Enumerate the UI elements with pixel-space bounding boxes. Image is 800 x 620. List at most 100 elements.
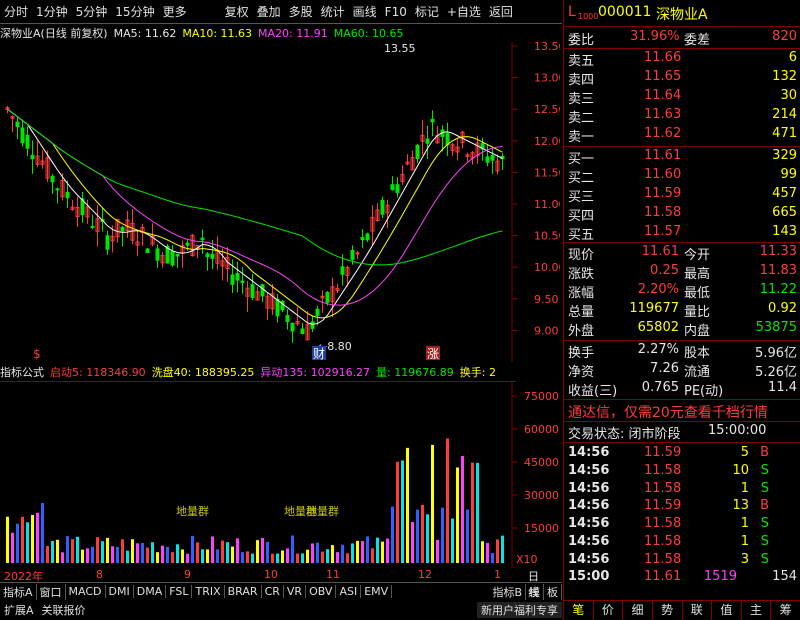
stat-value2: 11.4 bbox=[768, 380, 797, 395]
volume-bar bbox=[51, 540, 54, 563]
toolbar-item-3[interactable]: 15分钟 bbox=[111, 3, 158, 20]
candle bbox=[190, 233, 195, 257]
sell-price: 11.63 bbox=[644, 107, 682, 122]
volume-bar bbox=[21, 516, 24, 563]
volume-bar bbox=[16, 523, 19, 563]
indicator-tab-12[interactable]: EMV bbox=[361, 585, 393, 598]
toolbar-item-11[interactable]: 标记 bbox=[411, 3, 443, 20]
ma10-value: MA10: 11.63 bbox=[182, 26, 253, 40]
panel-tab-2[interactable]: 细 bbox=[623, 601, 653, 620]
indicator-tab-13[interactable]: 指标B bbox=[489, 583, 526, 600]
indicator-tab-9[interactable]: VR bbox=[284, 585, 307, 598]
ad-text[interactable]: 通达信，仅需20元查看千档行情 bbox=[568, 402, 768, 422]
last-num: 154 bbox=[772, 569, 797, 584]
indicator-tab-2[interactable]: MACD bbox=[66, 585, 106, 598]
time-label-5: 12 bbox=[418, 568, 432, 581]
toolbar-item-0[interactable]: 分时 bbox=[0, 3, 32, 20]
toolbar-item-8[interactable]: 统计 bbox=[317, 3, 349, 20]
buy-row: 买三 11.59 457 bbox=[564, 186, 800, 205]
volume-bar bbox=[466, 509, 469, 563]
related-quote[interactable]: 关联报价 bbox=[38, 602, 90, 618]
quote-label2: 最高 bbox=[684, 267, 711, 282]
panel-tab-7[interactable]: 筹 bbox=[771, 601, 800, 620]
promo-link[interactable]: 新用户福利专享 bbox=[477, 602, 562, 618]
tick-row: 14:56 11.59 5 B bbox=[564, 445, 800, 464]
volume-bar bbox=[391, 506, 394, 563]
volume-bar bbox=[436, 539, 439, 563]
quote-label2: 最低 bbox=[684, 286, 711, 301]
toolbar-item-7[interactable]: 多股 bbox=[285, 3, 317, 20]
tick-time: 14:56 bbox=[568, 516, 610, 532]
volume-bar bbox=[36, 512, 39, 563]
volume-bar bbox=[336, 552, 339, 563]
indicator-tab-7[interactable]: BRAR bbox=[225, 585, 262, 598]
toolbar-item-13[interactable]: 返回 bbox=[485, 3, 517, 20]
price-label: 13.50 bbox=[534, 42, 560, 53]
volume-chart[interactable]: 7500060000450003000015000X10地量群 地量群地量群 bbox=[0, 381, 560, 568]
tick-side: S bbox=[760, 462, 769, 478]
indicator-tab-1[interactable]: 窗口 bbox=[37, 583, 66, 600]
tick-price: 11.59 bbox=[644, 498, 682, 514]
last-time: 15:00 bbox=[568, 569, 610, 584]
quote-label2: 内盘 bbox=[684, 324, 711, 339]
stock-name: 深物业A bbox=[656, 7, 708, 23]
panel-tab-1[interactable]: 价 bbox=[594, 601, 624, 620]
buy-label: 买一 bbox=[568, 152, 595, 167]
panel-tab-5[interactable]: 值 bbox=[712, 601, 742, 620]
volume-bar bbox=[261, 537, 264, 563]
price-label: 9.00 bbox=[534, 324, 559, 337]
indicator-tab-6[interactable]: TRIX bbox=[192, 585, 225, 598]
volume-bar bbox=[366, 536, 369, 563]
price-label: 12.50 bbox=[534, 103, 560, 116]
tick-price: 11.58 bbox=[644, 516, 682, 532]
volume-bar bbox=[456, 467, 459, 563]
buy-price: 11.58 bbox=[644, 205, 682, 220]
indicator-tabs: 指标A 窗口 MACD DMI DMA FSL TRIX BRAR CR VR OBV ASI EMV 指… bbox=[0, 582, 562, 600]
buy-label: 买三 bbox=[568, 190, 595, 205]
volume-bar bbox=[256, 540, 259, 563]
panel-tab-6[interactable]: 主 bbox=[742, 601, 772, 620]
tick-time: 14:56 bbox=[568, 480, 610, 496]
indicator-label[interactable]: 指标公式 bbox=[0, 364, 44, 380]
panel-tab-0[interactable]: 笔 bbox=[564, 601, 594, 620]
sell-label: 卖三 bbox=[568, 92, 595, 107]
indicator-tab-5[interactable]: FSL bbox=[166, 585, 193, 598]
panel-tab-3[interactable]: 势 bbox=[653, 601, 683, 620]
toolbar-item-4[interactable]: 更多 bbox=[159, 3, 191, 20]
indicator-tab-15[interactable]: 板 bbox=[544, 583, 562, 600]
panel-tab-4[interactable]: 联 bbox=[683, 601, 713, 620]
ext-a[interactable]: 扩展A bbox=[0, 602, 38, 618]
buy-price: 11.61 bbox=[644, 148, 682, 163]
volume-bar bbox=[151, 542, 154, 563]
toolbar-item-5[interactable]: 复权 bbox=[221, 3, 253, 20]
volume-bar bbox=[346, 553, 349, 563]
volume-bar bbox=[236, 538, 239, 563]
toolbar-item-10[interactable]: F10 bbox=[381, 5, 411, 19]
toolbar-item-9[interactable]: 画线 bbox=[349, 3, 381, 20]
indicator-tab-10[interactable]: OBV bbox=[306, 585, 337, 598]
indicator-tab-14[interactable]: 模 bbox=[526, 583, 544, 600]
indicator-tab-11[interactable]: ASI bbox=[336, 585, 362, 598]
price-label: 10.50 bbox=[534, 230, 560, 243]
price-label: 9.50 bbox=[534, 293, 559, 306]
volume-bar bbox=[376, 537, 379, 563]
indicator-tab-8[interactable]: CR bbox=[262, 585, 284, 598]
high-label: 13.55 bbox=[384, 42, 416, 55]
tick-volume: 1 bbox=[740, 516, 749, 532]
candlestick-chart[interactable]: 13.50 13.00 12.50 12.00 11.50 11.00 10.50 10.00… bbox=[0, 42, 560, 362]
indicator-tab-0[interactable]: 指标A bbox=[0, 583, 37, 600]
indicator-tab-3[interactable]: DMI bbox=[106, 585, 134, 598]
tick-time: 14:56 bbox=[568, 551, 610, 567]
toolbar-item-6[interactable]: 叠加 bbox=[253, 3, 285, 20]
price-label: 11.00 bbox=[534, 198, 560, 211]
stat-value: 0.765 bbox=[641, 380, 679, 395]
toolbar-item-12[interactable]: +自选 bbox=[443, 3, 485, 20]
volume-bar bbox=[321, 551, 324, 563]
sell-label: 卖五 bbox=[568, 54, 595, 69]
quote-value2: 11.22 bbox=[759, 282, 797, 297]
toolbar-item-2[interactable]: 5分钟 bbox=[72, 3, 112, 20]
toolbar-item-1[interactable]: 1分钟 bbox=[32, 3, 72, 20]
tick-volume: 1 bbox=[740, 534, 749, 549]
quote-value: 11.61 bbox=[641, 244, 679, 259]
indicator-tab-4[interactable]: DMA bbox=[134, 585, 167, 598]
